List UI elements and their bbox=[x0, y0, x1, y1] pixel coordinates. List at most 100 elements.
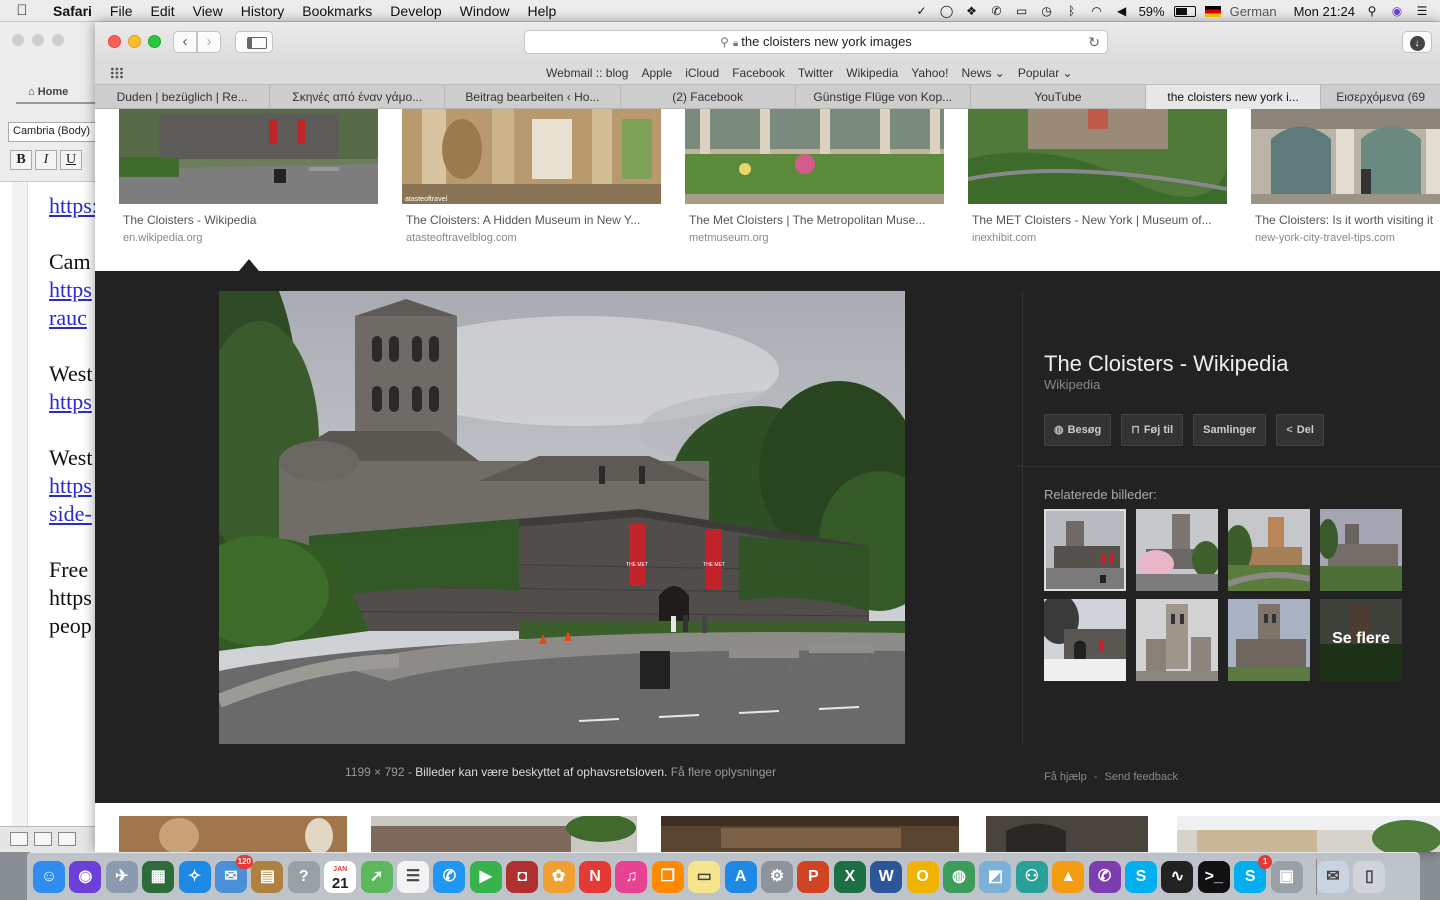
doc-link[interactable]: https bbox=[49, 388, 98, 416]
preview-title[interactable]: The Cloisters - Wikipedia bbox=[1044, 351, 1289, 377]
result-thumbnail[interactable] bbox=[968, 109, 1227, 204]
print-layout-button[interactable] bbox=[58, 832, 76, 846]
bold-button[interactable]: B bbox=[10, 150, 32, 170]
result-title[interactable]: The MET Cloisters - New York | Museum of… bbox=[972, 213, 1227, 227]
books-icon[interactable]: ❒ bbox=[651, 861, 684, 893]
see-more-tile[interactable]: Se flere bbox=[1320, 599, 1402, 681]
apple-menu-icon[interactable]:  bbox=[0, 2, 44, 19]
menu-edit[interactable]: Edit bbox=[141, 3, 183, 19]
word-close-button[interactable] bbox=[12, 34, 24, 46]
app-store-icon[interactable]: A bbox=[724, 861, 757, 893]
favorite-item[interactable]: Popular ⌄ bbox=[1018, 66, 1073, 80]
menu-develop[interactable]: Develop bbox=[381, 3, 450, 19]
viber-status-icon[interactable]: ✆ bbox=[989, 4, 1005, 18]
favorite-item[interactable]: Apple bbox=[641, 66, 672, 80]
network-icon[interactable]: ⚇ bbox=[1015, 861, 1048, 893]
feedback-link[interactable]: Send feedback bbox=[1105, 771, 1178, 783]
favorite-item[interactable]: iCloud bbox=[685, 66, 719, 80]
menu-history[interactable]: History bbox=[232, 3, 294, 19]
notes-app-icon[interactable]: ▤ bbox=[251, 861, 284, 893]
doc-link[interactable]: https bbox=[49, 472, 98, 500]
menu-help[interactable]: Help bbox=[518, 3, 565, 19]
clock[interactable]: Mon 21:24 bbox=[1294, 4, 1355, 19]
help-link[interactable]: Få hjælp bbox=[1044, 771, 1087, 783]
preview-icon[interactable]: ◩ bbox=[979, 861, 1012, 893]
viber-icon[interactable]: ✆ bbox=[1088, 861, 1121, 893]
menu-app-safari[interactable]: Safari bbox=[44, 3, 101, 19]
back-button[interactable]: ‹ bbox=[173, 31, 197, 53]
activity-monitor-icon[interactable]: ∿ bbox=[1161, 861, 1194, 893]
related-image[interactable] bbox=[1044, 599, 1126, 681]
downloads-icon[interactable]: ✉ bbox=[1317, 861, 1349, 893]
result-thumbnail[interactable] bbox=[1177, 816, 1440, 852]
notification-center-icon[interactable]: ☰ bbox=[1414, 4, 1430, 18]
mail-icon[interactable]: ✉ 120 bbox=[215, 855, 253, 893]
reload-icon[interactable]: ↻ bbox=[1088, 31, 1100, 53]
draft-view-button[interactable] bbox=[10, 832, 28, 846]
battery-percent[interactable]: 59% bbox=[1139, 4, 1165, 19]
result-item[interactable]: The MET Cloisters - New York | Museum of… bbox=[968, 109, 1227, 269]
result-thumbnail[interactable] bbox=[371, 816, 637, 852]
doc-link[interactable]: rauc bbox=[49, 304, 98, 332]
word-document[interactable]: https: Cam https rauc West https West https side… bbox=[49, 192, 98, 668]
music-icon[interactable]: ♫ bbox=[615, 861, 648, 893]
favorite-item[interactable]: Yahoo! bbox=[911, 66, 948, 80]
doc-link[interactable]: https bbox=[49, 276, 98, 304]
minimize-window-button[interactable] bbox=[128, 35, 141, 48]
favorite-item[interactable]: News ⌄ bbox=[961, 66, 1004, 80]
word-tab-home[interactable]: ⌂ Home bbox=[16, 82, 106, 104]
result-item[interactable]: atasteoftravel The Cloisters: A Hidden M… bbox=[402, 109, 661, 269]
favorite-item[interactable]: Webmail :: blog bbox=[546, 66, 628, 80]
mission-control-icon[interactable]: ▦ bbox=[142, 861, 175, 893]
underline-button[interactable]: U bbox=[60, 150, 82, 170]
facetime-icon[interactable]: ▶ bbox=[469, 861, 502, 893]
result-thumbnail[interactable] bbox=[1251, 109, 1440, 204]
tab[interactable]: Duden | bezüglich | Re... bbox=[95, 85, 271, 109]
favorite-item[interactable]: Twitter bbox=[798, 66, 833, 80]
input-language[interactable]: German bbox=[1230, 4, 1277, 19]
related-image[interactable] bbox=[1228, 509, 1310, 591]
result-item[interactable]: The Cloisters - Wikipedia en.wikipedia.o… bbox=[119, 109, 378, 269]
favorite-item[interactable]: Wikipedia bbox=[846, 66, 898, 80]
address-bar[interactable]: ⚲ 🔒︎ the cloisters new york images ↻ bbox=[524, 30, 1108, 54]
tab[interactable]: Σκηνές από έναν γάμο... bbox=[270, 85, 446, 109]
volume-icon[interactable]: ◀ bbox=[1114, 4, 1130, 18]
result-title[interactable]: The Met Cloisters | The Metropolitan Mus… bbox=[689, 213, 944, 227]
shield-status-icon[interactable]: ◯ bbox=[939, 4, 955, 18]
wifi-icon[interactable]: ◠ bbox=[1089, 4, 1105, 18]
menu-view[interactable]: View bbox=[184, 3, 232, 19]
main-preview-image[interactable]: THE MET THE MET bbox=[219, 291, 905, 744]
tab[interactable]: (2) Facebook bbox=[621, 85, 796, 109]
more-info-link[interactable]: Få flere oplysninger bbox=[671, 765, 776, 779]
siri-menu-icon[interactable]: ◉ bbox=[1389, 4, 1405, 18]
airplay-icon[interactable]: ▭ bbox=[1014, 4, 1030, 18]
show-all-tabs-grid-icon[interactable] bbox=[110, 67, 124, 79]
sidebar-toggle-button[interactable] bbox=[235, 31, 273, 53]
checkmark-circle-icon[interactable]: ✓ bbox=[914, 4, 930, 18]
save-button[interactable]: ⊓ Føj til bbox=[1121, 414, 1184, 446]
terminal-icon[interactable]: >_ bbox=[1197, 861, 1230, 893]
related-image[interactable] bbox=[1044, 509, 1126, 591]
calendar-icon[interactable]: JAN 21 bbox=[324, 861, 357, 893]
dropbox-icon[interactable]: ❖ bbox=[964, 4, 980, 18]
visit-button[interactable]: ◍ Besøg bbox=[1044, 414, 1112, 446]
launchpad-icon[interactable]: ✈ bbox=[105, 861, 138, 893]
favorite-item[interactable]: Facebook bbox=[732, 66, 785, 80]
outline-view-button[interactable] bbox=[34, 832, 52, 846]
doc-link[interactable]: side- bbox=[49, 500, 98, 528]
collections-button[interactable]: Samlinger bbox=[1193, 414, 1267, 446]
result-item[interactable]: The Cloisters: Is it worth visiting it n… bbox=[1251, 109, 1440, 269]
outlook-icon[interactable]: O bbox=[906, 861, 939, 893]
time-machine-icon[interactable]: ◷ bbox=[1039, 4, 1055, 18]
tab[interactable]: Günstige Flüge von Kop... bbox=[796, 85, 971, 109]
related-image[interactable] bbox=[1228, 599, 1310, 681]
result-title[interactable]: The Cloisters - Wikipedia bbox=[123, 213, 378, 227]
bluetooth-icon[interactable]: ᛒ bbox=[1064, 4, 1080, 18]
forward-button[interactable]: › bbox=[197, 31, 221, 53]
siri-icon[interactable]: ◉ bbox=[69, 861, 102, 893]
share-button[interactable]: < Del bbox=[1276, 414, 1324, 446]
reminders-icon[interactable]: ☰ bbox=[397, 861, 429, 893]
powerpoint-icon[interactable]: P bbox=[797, 861, 830, 893]
finder-icon[interactable]: ☺ bbox=[33, 861, 65, 893]
menu-file[interactable]: File bbox=[101, 3, 142, 19]
